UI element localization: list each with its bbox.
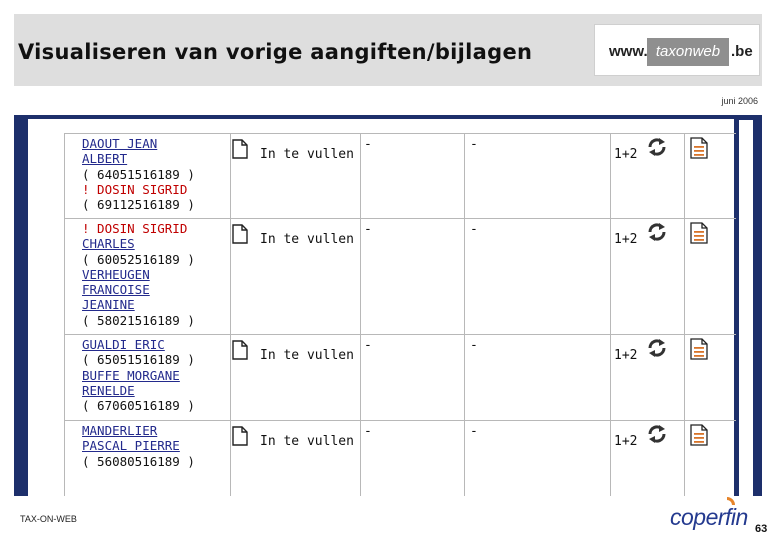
pdf-icon[interactable] [690, 424, 708, 450]
status-label: In te vullen [260, 434, 354, 449]
column-divider [230, 133, 231, 496]
pdf-icon[interactable] [690, 338, 708, 364]
national-number: ( 64051516189 ) [82, 166, 195, 182]
taxpayer-name-link[interactable]: FRANCOISE [82, 282, 195, 297]
refresh-icon[interactable] [646, 222, 668, 246]
declaration-table: DAOUT JEAN ALBERT( 64051516189 )! DOSIN S… [28, 119, 736, 496]
pdf-icon[interactable] [690, 137, 708, 163]
national-number: ( 56080516189 ) [82, 453, 195, 469]
refresh-icon[interactable] [646, 338, 668, 362]
column-value: - [470, 222, 478, 237]
taxpayer-names: GUALDI ERIC( 65051516189 ) BUFFE MORGANE R… [82, 337, 195, 413]
national-number: ( 65051516189 ) [82, 352, 195, 368]
taxpayer-name-link[interactable]: BUFFE MORGANE [82, 368, 195, 383]
taxpayer-names: DAOUT JEAN ALBERT( 64051516189 )! DOSIN S… [82, 136, 195, 212]
column-divider [360, 133, 361, 496]
column-value: - [470, 424, 478, 439]
column-value: - [364, 424, 372, 439]
row-divider [64, 218, 736, 219]
taxpayer-names: ! DOSIN SIGRID CHARLES( 60052516189 ) VERH… [82, 221, 195, 328]
annex-count: 1+2 [614, 348, 638, 363]
taxpayer-name-link[interactable]: GUALDI ERIC [82, 337, 195, 352]
scrollbar[interactable] [739, 120, 753, 496]
taxonweb-logo: www. taxonweb .be [594, 24, 760, 76]
column-divider [684, 133, 685, 496]
national-number: ( 60052516189 ) [82, 251, 195, 267]
taxpayer-name-link[interactable]: DAOUT JEAN [82, 136, 195, 151]
page-number: 63 [755, 523, 768, 535]
taxpayer-name-link[interactable]: MANDERLIER [82, 423, 195, 438]
screenshot-frame: DAOUT JEAN ALBERT( 64051516189 )! DOSIN S… [14, 115, 736, 496]
pdf-icon[interactable] [690, 222, 708, 248]
taxpayer-name-link[interactable]: VERHEUGEN [82, 267, 195, 282]
refresh-icon[interactable] [646, 137, 668, 161]
taxpayer-name-link[interactable]: JEANINE [82, 297, 195, 312]
column-divider [610, 133, 611, 496]
annex-count: 1+2 [614, 232, 638, 247]
column-divider [464, 133, 465, 496]
taxpayer-name-link[interactable]: ALBERT [82, 151, 195, 166]
national-number: ( 58021516189 ) [82, 312, 195, 328]
taxpayer-name-link[interactable]: PASCAL PIERRE [82, 438, 195, 453]
footer-label: TAX-ON-WEB [20, 514, 77, 524]
national-number: ( 69112516189 ) [82, 197, 195, 213]
row-divider [64, 334, 736, 335]
column-value: - [364, 338, 372, 353]
taxpayer-name-link[interactable]: RENELDE [82, 383, 195, 398]
taxpayer-name-warning: ! DOSIN SIGRID [82, 181, 188, 197]
logo-prefix: www. [609, 43, 648, 60]
coperfin-logo: coperfin [670, 504, 748, 530]
slide-title: Visualiseren van vorige aangiften/bijlag… [18, 40, 533, 64]
taxpayer-name-link[interactable]: CHARLES [82, 236, 195, 251]
taxpayer-names: MANDERLIER PASCAL PIERRE( 56080516189 ) [82, 423, 195, 469]
status-label: In te vullen [260, 232, 354, 247]
logo-middle: taxonweb [647, 38, 729, 66]
column-divider [64, 133, 65, 496]
document-icon[interactable] [232, 426, 248, 450]
document-icon[interactable] [232, 139, 248, 163]
row-divider [64, 420, 736, 421]
row-divider [64, 133, 736, 134]
column-value: - [364, 137, 372, 152]
refresh-icon[interactable] [646, 424, 668, 448]
annex-count: 1+2 [614, 434, 638, 449]
slide-date: juni 2006 [721, 96, 758, 106]
table-grid: DAOUT JEAN ALBERT( 64051516189 )! DOSIN S… [64, 129, 736, 496]
annex-count: 1+2 [614, 147, 638, 162]
column-value: - [470, 338, 478, 353]
status-label: In te vullen [260, 147, 354, 162]
status-label: In te vullen [260, 348, 354, 363]
logo-accent-icon [727, 497, 735, 505]
logo-suffix: .be [731, 43, 753, 60]
column-value: - [364, 222, 372, 237]
document-icon[interactable] [232, 340, 248, 364]
column-value: - [470, 137, 478, 152]
taxpayer-name-warning: ! DOSIN SIGRID [82, 221, 188, 236]
document-icon[interactable] [232, 224, 248, 248]
national-number: ( 67060516189 ) [82, 398, 195, 414]
